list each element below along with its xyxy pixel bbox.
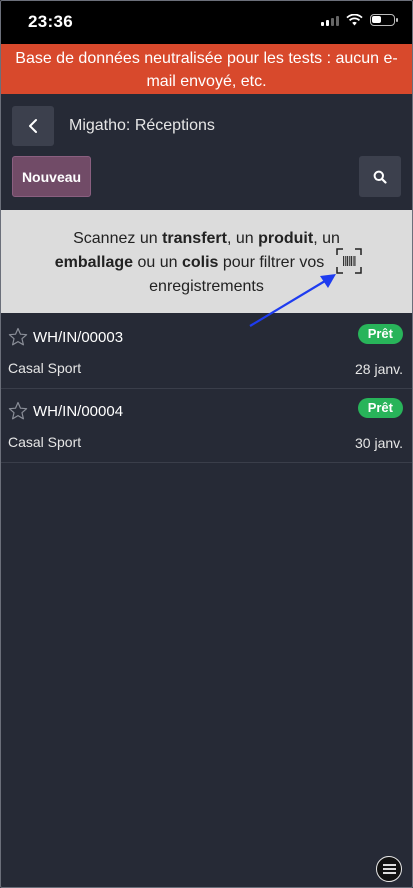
search-icon: [373, 170, 387, 184]
record-date: 28 janv.: [355, 361, 403, 377]
record-row[interactable]: WH/IN/00004 Prêt Casal Sport 30 janv.: [0, 389, 413, 463]
new-button[interactable]: Nouveau: [12, 156, 91, 197]
assistive-touch-icon[interactable]: [376, 856, 402, 882]
record-reference: WH/IN/00004: [33, 403, 124, 420]
status-badge: Prêt: [357, 324, 403, 344]
status-icons: [321, 14, 398, 26]
scan-hint-line-3: enregistrements: [149, 278, 264, 295]
battery-icon: [370, 14, 398, 26]
record-date: 30 janv.: [355, 435, 403, 451]
record-partner: Casal Sport: [8, 434, 82, 450]
search-button[interactable]: [359, 156, 401, 197]
test-database-banner: Base de données neutralisée pour les tes…: [0, 44, 413, 94]
record-row[interactable]: WH/IN/00003 Prêt Casal Sport 28 janv.: [0, 315, 413, 389]
status-bar: 23:36: [0, 0, 413, 44]
barcode-scanner-icon[interactable]: [336, 248, 362, 274]
star-icon[interactable]: [8, 401, 28, 421]
scan-hint: Scannez un transfert, un produit, un emb…: [0, 210, 413, 313]
signal-icon: [321, 15, 339, 26]
status-badge: Prêt: [357, 398, 403, 418]
status-time: 23:36: [28, 12, 73, 31]
record-partner: Casal Sport: [8, 360, 82, 376]
wifi-icon: [346, 14, 363, 26]
breadcrumb: Migatho: Réceptions: [69, 117, 215, 134]
record-list: WH/IN/00003 Prêt Casal Sport 28 janv. WH…: [0, 315, 413, 463]
chevron-left-icon: [29, 119, 37, 133]
star-icon[interactable]: [8, 327, 28, 347]
back-button[interactable]: [12, 106, 54, 146]
record-reference: WH/IN/00003: [33, 329, 124, 346]
